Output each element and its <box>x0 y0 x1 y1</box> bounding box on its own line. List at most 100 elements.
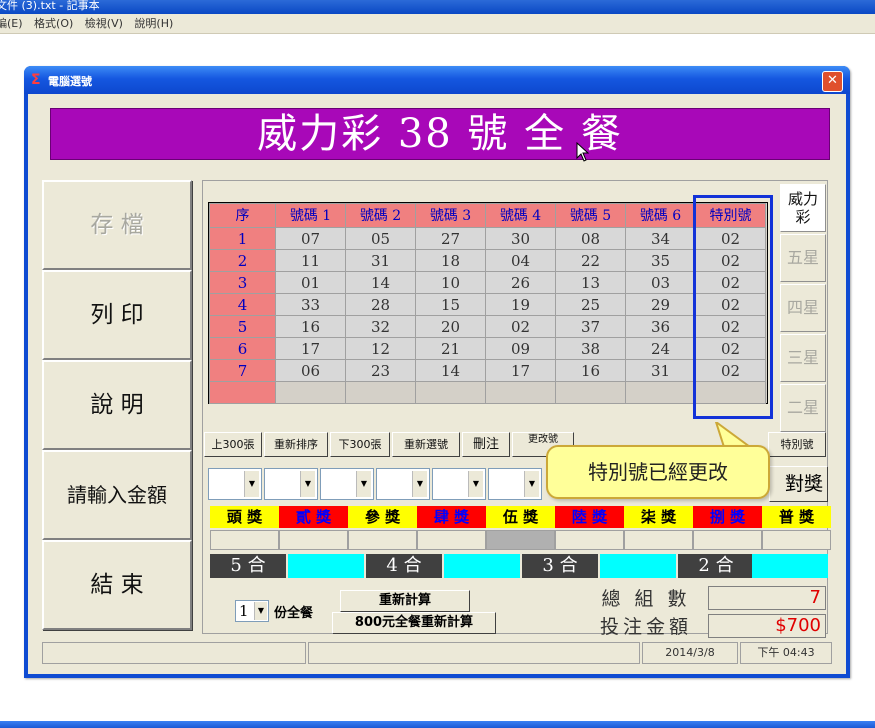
left-button-column: 存 檔 列 印 說 明 請輸入金額 結 束 <box>42 180 192 632</box>
number-cell[interactable]: 25 <box>555 293 626 316</box>
table-row[interactable]: 1 07 05 27 30 08 34 02 <box>209 227 766 250</box>
special-number-label: 特別號 <box>780 438 814 451</box>
notepad-menu-view[interactable]: 檢視(V) <box>85 14 123 33</box>
number-cell[interactable]: 01 <box>275 271 346 294</box>
delete-bet-button[interactable]: 刪注 <box>462 432 510 457</box>
table-row[interactable]: 4 33 28 15 19 25 29 02 <box>209 293 766 316</box>
check-prize-button[interactable]: 對獎 <box>769 466 828 502</box>
prize-number-select-5[interactable]: ▼ <box>432 468 486 500</box>
number-cell[interactable]: 05 <box>345 227 416 250</box>
table-row[interactable]: 3 01 14 10 26 13 03 02 <box>209 271 766 294</box>
table-row[interactable]: 6 17 12 21 09 38 24 02 <box>209 337 766 360</box>
number-cell[interactable]: 14 <box>345 271 416 294</box>
number-cell[interactable]: 20 <box>415 315 486 338</box>
print-button[interactable]: 列 印 <box>42 270 192 360</box>
number-cell[interactable]: 30 <box>485 227 556 250</box>
prize-number-select-6[interactable]: ▼ <box>488 468 542 500</box>
number-cell[interactable]: 12 <box>345 337 416 360</box>
number-cell[interactable] <box>485 381 556 404</box>
number-cell[interactable]: 09 <box>485 337 556 360</box>
tab-five-star[interactable]: 五星 <box>780 234 826 282</box>
dialog-title-bar[interactable]: Σ 電腦選號 ✕ <box>24 66 850 94</box>
number-cell[interactable]: 13 <box>555 271 626 294</box>
recalculate-800-button[interactable]: 800元全餐重新計算 <box>332 612 496 634</box>
column-header: 號碼 2 <box>345 203 416 228</box>
number-cell[interactable]: 16 <box>275 315 346 338</box>
save-button[interactable]: 存 檔 <box>42 180 192 270</box>
column-header: 號碼 6 <box>625 203 696 228</box>
number-cell[interactable]: 16 <box>555 359 626 382</box>
number-cell[interactable]: 03 <box>625 271 696 294</box>
table-row[interactable]: 7 06 23 14 17 16 31 02 <box>209 359 766 382</box>
enter-amount-button[interactable]: 請輸入金額 <box>42 450 192 540</box>
notepad-menu-format[interactable]: 格式(O) <box>34 14 73 33</box>
number-cell[interactable]: 14 <box>415 359 486 382</box>
banner-title: 威力彩 38 號 全 餐 <box>50 108 830 160</box>
number-cell[interactable]: 07 <box>275 227 346 250</box>
tab-powerball[interactable]: 威力彩 <box>780 184 826 232</box>
exit-button[interactable]: 結 束 <box>42 540 192 630</box>
number-cell[interactable]: 31 <box>345 249 416 272</box>
number-cell[interactable]: 31 <box>625 359 696 382</box>
tab-three-star[interactable]: 三星 <box>780 334 826 382</box>
notepad-menu-edit[interactable]: 編(E) <box>0 14 23 33</box>
row-number: 1 <box>209 227 276 250</box>
number-cell[interactable] <box>555 381 626 404</box>
recalculate-button[interactable]: 重新計算 <box>340 590 470 612</box>
tab-four-star[interactable]: 四星 <box>780 284 826 332</box>
print-button-label: 列 印 <box>90 302 144 328</box>
number-cell[interactable] <box>415 381 486 404</box>
number-cell[interactable]: 24 <box>625 337 696 360</box>
number-cell[interactable]: 35 <box>625 249 696 272</box>
number-cell[interactable]: 32 <box>345 315 416 338</box>
number-cell[interactable]: 17 <box>485 359 556 382</box>
reselect-button[interactable]: 重新選號 <box>392 432 460 457</box>
number-cell[interactable]: 02 <box>485 315 556 338</box>
number-cell[interactable]: 36 <box>625 315 696 338</box>
number-cell[interactable]: 06 <box>275 359 346 382</box>
number-cell[interactable]: 38 <box>555 337 626 360</box>
number-cell[interactable]: 23 <box>345 359 416 382</box>
prize-number-select-4[interactable]: ▼ <box>376 468 430 500</box>
number-cell[interactable]: 22 <box>555 249 626 272</box>
prev-300-button[interactable]: 上300張 <box>204 432 262 457</box>
tab-two-star[interactable]: 二星 <box>780 384 826 432</box>
number-cell[interactable]: 19 <box>485 293 556 316</box>
table-row[interactable]: 2 11 31 18 04 22 35 02 <box>209 249 766 272</box>
prize-label: 頭 獎 <box>210 506 279 528</box>
number-cell[interactable] <box>275 381 346 404</box>
number-cell[interactable]: 37 <box>555 315 626 338</box>
prize-number-select-1[interactable]: ▼ <box>208 468 262 500</box>
table-row[interactable]: 5 16 32 20 02 37 36 02 <box>209 315 766 338</box>
special-number-button[interactable]: 特別號 <box>768 432 826 457</box>
resort-button[interactable]: 重新排序 <box>264 432 328 457</box>
number-cell[interactable]: 15 <box>415 293 486 316</box>
number-cell[interactable]: 28 <box>345 293 416 316</box>
number-cell[interactable]: 21 <box>415 337 486 360</box>
prize-result-box <box>555 530 624 550</box>
number-cell[interactable]: 27 <box>415 227 486 250</box>
number-cell[interactable]: 11 <box>275 249 346 272</box>
number-cell[interactable]: 04 <box>485 249 556 272</box>
number-cell[interactable]: 10 <box>415 271 486 294</box>
number-cell[interactable]: 34 <box>625 227 696 250</box>
next-300-button[interactable]: 下300張 <box>330 432 390 457</box>
quantity-select[interactable]: 1 ▼ <box>235 600 269 622</box>
notepad-menu-help[interactable]: 說明(H) <box>134 14 173 33</box>
prize-number-select-3[interactable]: ▼ <box>320 468 374 500</box>
number-cell[interactable]: 18 <box>415 249 486 272</box>
table-row[interactable] <box>209 381 766 404</box>
recalculate-800-label: 800元全餐重新計算 <box>354 615 474 630</box>
number-cell[interactable]: 17 <box>275 337 346 360</box>
number-cell[interactable]: 08 <box>555 227 626 250</box>
enter-amount-button-label: 請輸入金額 <box>67 483 167 507</box>
number-cell[interactable]: 26 <box>485 271 556 294</box>
number-cell[interactable]: 29 <box>625 293 696 316</box>
number-grid[interactable]: 序 號碼 1 號碼 2 號碼 3 號碼 4 號碼 5 號碼 6 特別號 1 07… <box>208 202 768 404</box>
number-cell[interactable]: 33 <box>275 293 346 316</box>
number-cell[interactable] <box>625 381 696 404</box>
number-cell[interactable] <box>345 381 416 404</box>
help-button[interactable]: 說 明 <box>42 360 192 450</box>
prize-number-select-2[interactable]: ▼ <box>264 468 318 500</box>
close-button[interactable]: ✕ <box>822 71 843 92</box>
